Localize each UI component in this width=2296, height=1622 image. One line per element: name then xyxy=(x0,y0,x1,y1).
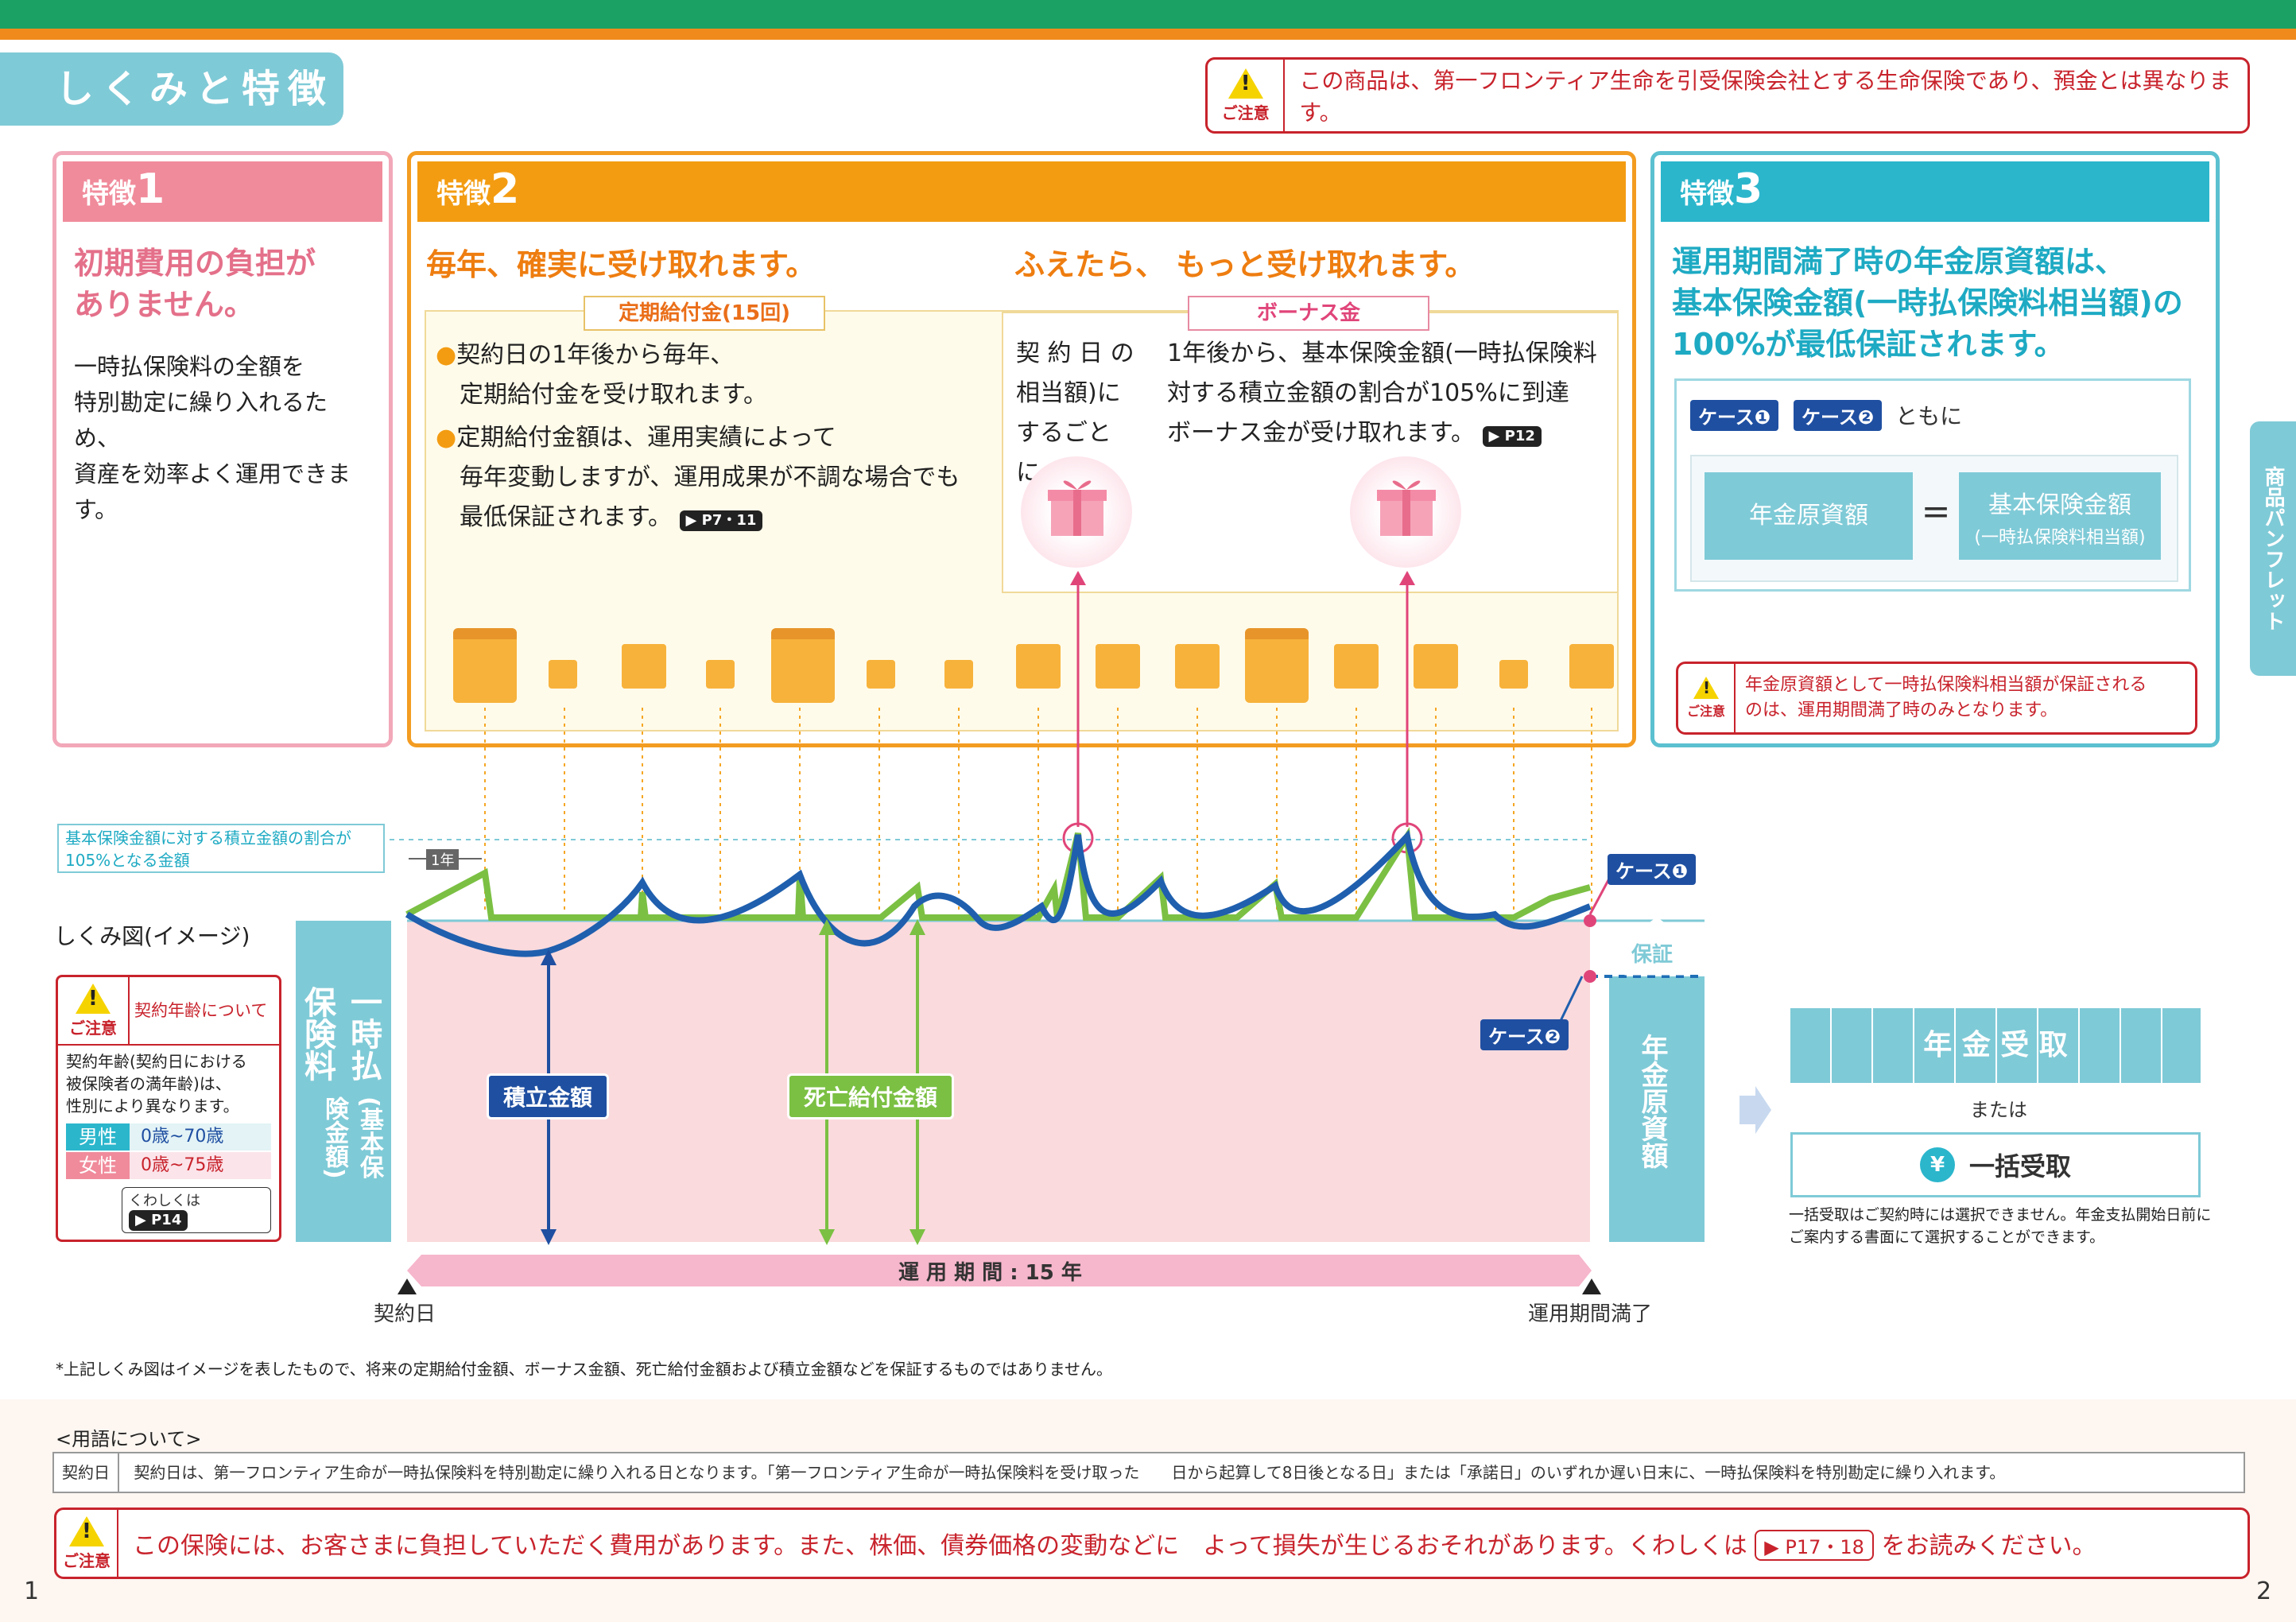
gift-icon xyxy=(1334,644,1379,689)
term-definition: 契約日は、第一フロンティア生命が一時払保険料を特別勘定に繰り入れる日となります。… xyxy=(134,1463,2006,1482)
bottom-notice-text: この保険には、お客さまに負担していただく費用があります。また、株価、債券価格の変… xyxy=(133,1532,1747,1560)
terms-title: <用語について> xyxy=(56,1428,202,1450)
right-arrow-icon xyxy=(1739,1086,1771,1134)
gift-icon xyxy=(944,660,973,689)
reserve-label: 積立金額 xyxy=(487,1073,610,1119)
age-title: 契約年齢について xyxy=(134,1001,268,1020)
terms-row: 契約日 契約日は、第一フロンティア生命が一時払保険料を特別勘定に繰り入れる日とな… xyxy=(52,1452,2245,1493)
gift-icon xyxy=(771,628,835,703)
gift-icon xyxy=(867,660,895,689)
gift-icon xyxy=(1016,644,1061,689)
ref-p17-18-link[interactable]: ▶ P17・18 xyxy=(1755,1530,1874,1561)
annuity-fund-label: 年金原資額 xyxy=(1636,1034,1668,1169)
diagram-title: しくみ図(イメージ) xyxy=(54,923,250,949)
footnote: *上記しくみ図はイメージを表したもので、将来の定期給付金額、ボーナス金額、死亡給… xyxy=(56,1360,1112,1379)
male-label: 男性 xyxy=(66,1123,130,1151)
term-name: 契約日 xyxy=(54,1453,119,1492)
gift-icon xyxy=(1569,644,1614,689)
or-label: または xyxy=(1970,1099,2027,1121)
page-number-left: 1 xyxy=(24,1577,40,1605)
bottom-notice-suffix: をお読みください。 xyxy=(1881,1532,2096,1560)
lump-sum-note: 一括受取はご契約時には選択できません。年金支払開始日前に ご案内する書面にて選択… xyxy=(1789,1206,2212,1246)
threshold-label: 基本保険金額に対する積立金額の割合が 105%となる金額 xyxy=(57,824,385,873)
end-label: 運用期間満了 xyxy=(1528,1302,1653,1326)
warning-triangle-icon: ! xyxy=(69,1515,104,1546)
death-benefit-label: 死亡給付金額 xyxy=(787,1073,955,1119)
warning-triangle-icon: ! xyxy=(76,983,111,1014)
page-number-right: 2 xyxy=(2256,1577,2272,1605)
case1-green-line xyxy=(405,826,1592,921)
male-range: 0歳~70歳 xyxy=(130,1123,271,1151)
gift-icon xyxy=(1245,628,1309,703)
gift-icon xyxy=(622,644,666,689)
female-label: 女性 xyxy=(66,1152,130,1179)
one-year-label: 1年 xyxy=(426,849,460,870)
chart-case2-badge: ケース❷ xyxy=(1480,1019,1569,1050)
chart-case1-badge: ケース❶ xyxy=(1608,854,1697,885)
premium-label: 一時払保険料 (基本保険金額) xyxy=(299,986,383,1180)
period-label: 運 用 期 間 : 15 年 xyxy=(898,1261,1082,1285)
gift-icon xyxy=(1096,644,1140,689)
guarantee-label: 保証 xyxy=(1631,943,1674,967)
lump-sum-box: ¥ 一括受取 xyxy=(1790,1132,2201,1197)
gift-icon xyxy=(453,628,517,703)
age-caution-box: ! ご注意 契約年齢について 契約年齢(契約日における 被保険者の満年齢)は、 … xyxy=(56,975,281,1242)
gift-icon xyxy=(1414,644,1458,689)
annuity-receive-label: 年 金 受 取 xyxy=(1923,1029,2068,1061)
gift-icon xyxy=(1175,644,1220,689)
age-ref-link[interactable]: くわしくは ▶ P14 xyxy=(122,1187,271,1233)
bottom-caution-notice: ! ご注意 この保険には、お客さまに負担していただく費用があります。また、株価、… xyxy=(54,1508,2250,1579)
gift-icon xyxy=(706,660,735,689)
start-label: 契約日 xyxy=(374,1302,436,1326)
gift-icon xyxy=(1499,660,1528,689)
gift-row xyxy=(445,628,1614,703)
yen-bag-icon: ¥ xyxy=(1919,1147,1955,1182)
female-range: 0歳~75歳 xyxy=(130,1152,271,1179)
gift-icon xyxy=(549,660,577,689)
